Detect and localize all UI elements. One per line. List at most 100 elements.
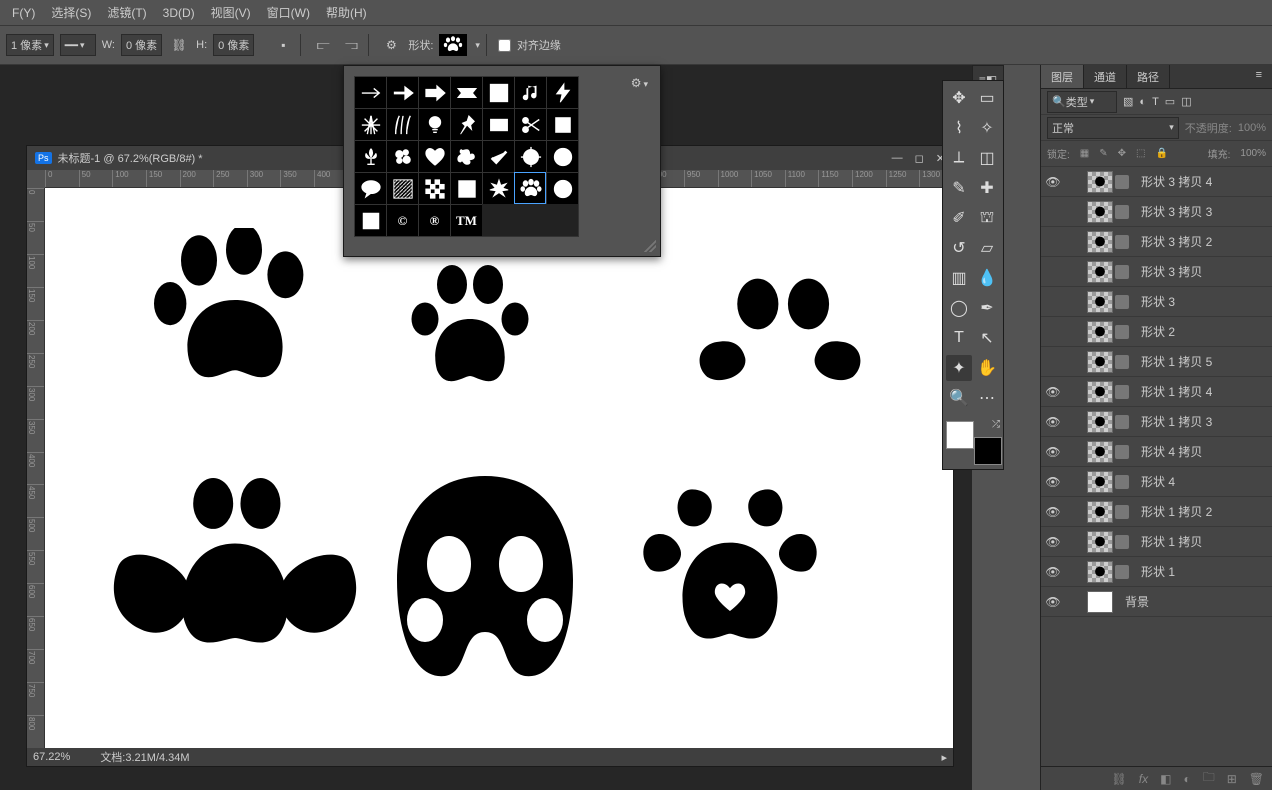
vector-mask-icon[interactable] [1115, 325, 1129, 339]
lasso-tool-icon[interactable]: ⌇ [946, 115, 972, 141]
blur-tool-icon[interactable]: 💧 [974, 265, 1000, 291]
layer-thumbnail[interactable] [1087, 231, 1113, 253]
lock-brush-icon[interactable]: ✎ [1099, 148, 1107, 159]
opacity-value[interactable]: 100% [1238, 122, 1266, 134]
shape-option-fleur[interactable] [354, 140, 386, 172]
filter-type-icon[interactable]: T [1152, 96, 1159, 108]
bg-color-swatch[interactable] [974, 437, 1002, 465]
healing-tool-icon[interactable]: ✚ [974, 175, 1000, 201]
layer-thumbnail[interactable] [1087, 591, 1113, 613]
lock-pixels-icon[interactable]: ▦ [1080, 148, 1089, 159]
shape-preview[interactable] [439, 34, 467, 56]
layer-name[interactable]: 形状 1 拷贝 3 [1141, 413, 1212, 430]
new-group-icon[interactable]: 🗀 [1203, 768, 1215, 789]
menu-item[interactable]: F(Y) [4, 3, 43, 23]
panel-menu-icon[interactable]: ≡ [1246, 65, 1272, 88]
shape-option-music-note[interactable] [514, 76, 546, 108]
filter-image-icon[interactable]: ▧ [1123, 95, 1133, 108]
layer-row[interactable]: 👁背景 [1041, 587, 1272, 617]
layer-thumbnail[interactable] [1087, 411, 1113, 433]
shape-option-pin[interactable] [450, 108, 482, 140]
layer-row[interactable]: 👁形状 4 [1041, 467, 1272, 497]
arrange-icon[interactable]: ⫎ [340, 34, 362, 56]
lock-all-icon[interactable]: 🔒 [1155, 148, 1167, 159]
vector-mask-icon[interactable] [1115, 475, 1129, 489]
shape-option-checker[interactable] [418, 172, 450, 204]
layer-name[interactable]: 形状 2 [1141, 323, 1175, 340]
layer-thumbnail[interactable] [1087, 171, 1113, 193]
canvas[interactable] [45, 188, 953, 748]
shape-option-no-entry[interactable] [546, 140, 578, 172]
stroke-style-select[interactable]: ━━▾ [60, 34, 96, 56]
gear-icon[interactable]: ⚙ [380, 34, 402, 56]
layer-row[interactable]: 👁 形状 1 拷贝 3 [1041, 407, 1272, 437]
layer-thumbnail[interactable] [1087, 201, 1113, 223]
hand-tool-icon[interactable]: ✋ [974, 355, 1000, 381]
menu-item[interactable]: 选择(S) [43, 1, 99, 24]
layer-name[interactable]: 形状 4 拷贝 [1141, 443, 1202, 460]
shape-option-thin-arrow[interactable] [354, 76, 386, 108]
shape-option-scissors[interactable] [514, 108, 546, 140]
brush-tool-icon[interactable]: ✐ [946, 205, 972, 231]
layer-name[interactable]: 形状 3 拷贝 3 [1141, 203, 1212, 220]
width-input[interactable]: 0 像素 [121, 34, 162, 56]
layer-name[interactable]: 形状 1 拷贝 [1141, 533, 1202, 550]
layer-name[interactable]: 形状 3 拷贝 2 [1141, 233, 1212, 250]
fill-value[interactable]: 100% [1240, 148, 1266, 159]
shape-option-copyright[interactable]: © [386, 204, 418, 236]
filter-type-select[interactable]: 🔍 类型▾ [1047, 91, 1117, 113]
layer-thumbnail[interactable] [1087, 441, 1113, 463]
visibility-toggle-icon[interactable]: 👁 [1045, 385, 1061, 399]
layer-thumbnail[interactable] [1087, 261, 1113, 283]
shape-option-ribbon[interactable] [450, 76, 482, 108]
shape-option-registered[interactable]: ® [418, 204, 450, 236]
layer-row[interactable]: 👁形状 1 拷贝 4 [1041, 377, 1272, 407]
shape-option-starburst-fill[interactable] [482, 172, 514, 204]
visibility-toggle-icon[interactable]: 👁 [1045, 535, 1061, 549]
layer-thumbnail[interactable] [1087, 501, 1113, 523]
link-layers-icon[interactable]: ⛓ [1112, 772, 1127, 786]
vector-mask-icon[interactable] [1115, 535, 1129, 549]
shape-option-grass[interactable] [386, 108, 418, 140]
layers-list[interactable]: 👁形状 3 拷贝 4形状 3 拷贝 3形状 3 拷贝 2形状 3 拷贝形状 3形… [1041, 167, 1272, 766]
layer-row[interactable]: 👁形状 1 [1041, 557, 1272, 587]
shape-picker-menu-icon[interactable]: ⚙▾ [631, 76, 648, 90]
slice-tool-icon[interactable]: ◫ [974, 145, 1000, 171]
resize-handle-icon[interactable] [644, 240, 656, 252]
height-input[interactable]: 0 像素 [213, 34, 254, 56]
layer-thumbnail[interactable] [1087, 291, 1113, 313]
layer-row[interactable]: 👁形状 1 拷贝 2 [1041, 497, 1272, 527]
layer-row[interactable]: 形状 3 拷贝 2 [1041, 227, 1272, 257]
magic-wand-tool-icon[interactable]: ✧ [974, 115, 1000, 141]
eyedropper-tool-icon[interactable]: ✎ [946, 175, 972, 201]
stroke-width-select[interactable]: 1 像素▾ [6, 34, 54, 56]
filter-adjust-icon[interactable]: ◐ [1139, 96, 1146, 108]
layer-name[interactable]: 形状 1 拷贝 5 [1141, 353, 1212, 370]
visibility-toggle-icon[interactable]: 👁 [1045, 445, 1061, 459]
shape-dropdown-icon[interactable]: ▾ [475, 40, 480, 51]
layer-row[interactable]: 形状 3 拷贝 3 [1041, 197, 1272, 227]
fill-adjustment-icon[interactable]: ◐ [1183, 772, 1190, 786]
shape-option-square-outline[interactable] [354, 204, 386, 236]
lock-artboard-icon[interactable]: ⬚ [1136, 148, 1145, 159]
vector-mask-icon[interactable] [1115, 175, 1129, 189]
shape-option-blob-cluster[interactable] [386, 140, 418, 172]
visibility-toggle-icon[interactable]: 👁 [1045, 415, 1061, 429]
new-layer-icon[interactable]: ⊞ [1227, 772, 1237, 786]
shape-option-ring-circle[interactable] [546, 172, 578, 204]
status-expand-icon[interactable]: ▸ [941, 751, 947, 764]
layer-name[interactable]: 形状 3 拷贝 4 [1141, 173, 1212, 190]
layer-row[interactable]: 👁 形状 1 拷贝 [1041, 527, 1272, 557]
zoom-level[interactable]: 67.22% [33, 751, 70, 763]
shape-option-bulb[interactable] [418, 108, 450, 140]
tab-paths[interactable]: 路径 [1127, 65, 1170, 88]
path-select-icon[interactable]: ↖ [974, 325, 1000, 351]
move-tool-icon[interactable]: ✥ [946, 85, 972, 111]
shape-option-diag-stripe[interactable] [386, 172, 418, 204]
visibility-toggle-icon[interactable]: 👁 [1045, 475, 1061, 489]
ruler-vertical[interactable]: 0501001502002503003504004505005506006507… [27, 188, 45, 748]
marquee-tool-icon[interactable]: ▭ [974, 85, 1000, 111]
eraser-tool-icon[interactable]: ▱ [974, 235, 1000, 261]
crop-tool-icon[interactable]: ⟂ [946, 145, 972, 171]
shape-option-speech[interactable] [354, 172, 386, 204]
